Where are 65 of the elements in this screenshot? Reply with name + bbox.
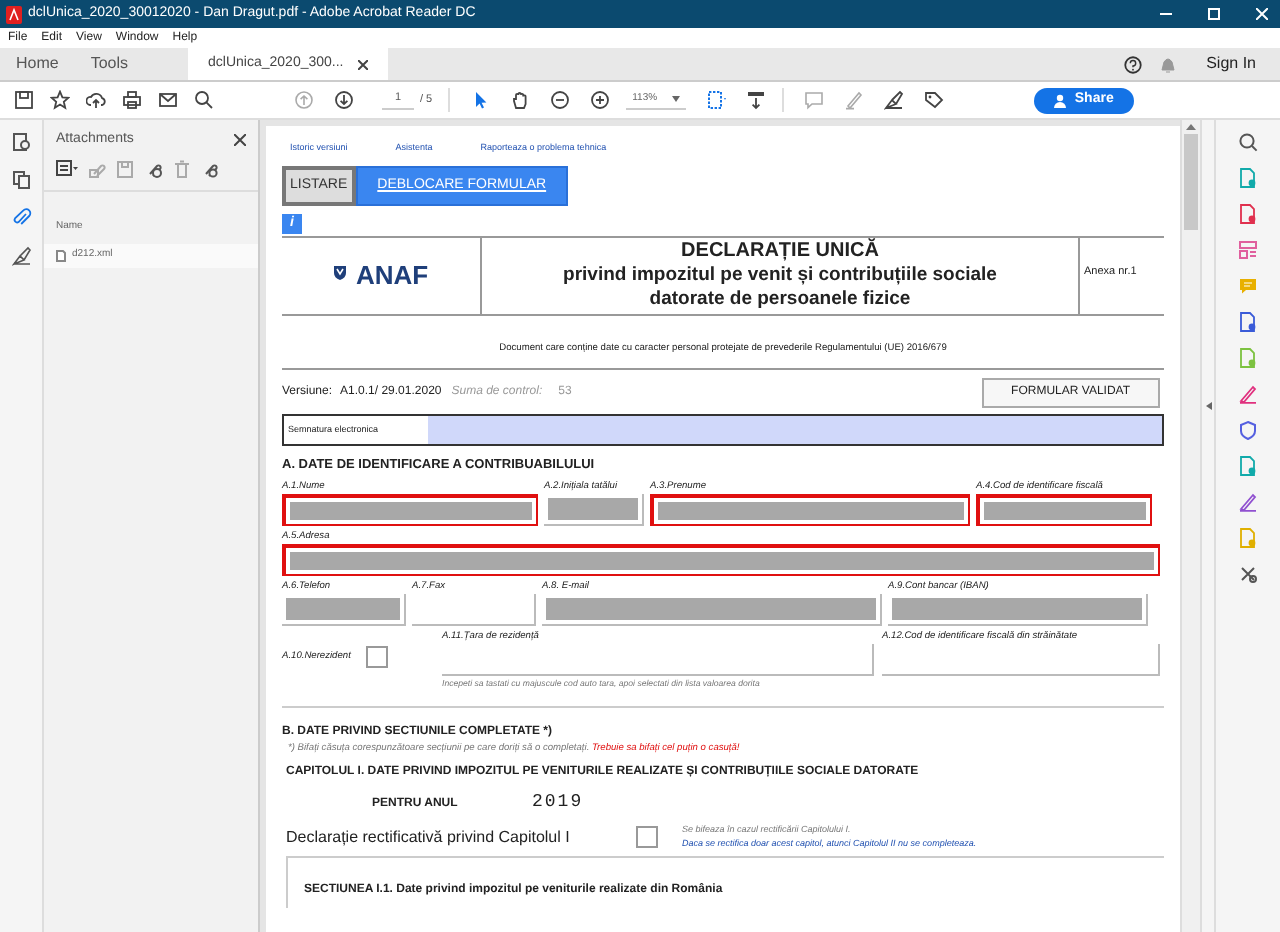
pointer-icon[interactable] (470, 90, 491, 110)
page-export-icon[interactable] (1238, 168, 1258, 188)
input-field[interactable] (650, 493, 970, 526)
page-search-icon[interactable] (11, 132, 31, 152)
help-icon[interactable] (1124, 55, 1143, 73)
print-icon[interactable] (122, 90, 142, 110)
file-icon (56, 249, 66, 262)
input-field[interactable] (442, 643, 874, 676)
logo-text: ANAF (355, 258, 429, 295)
scroll-up-icon[interactable] (1186, 124, 1196, 130)
caret-icon (672, 96, 681, 102)
mail-icon[interactable] (158, 90, 178, 110)
input-field[interactable] (542, 593, 882, 626)
pen-sign-icon[interactable] (884, 90, 905, 110)
vertical-scrollbar[interactable] (1180, 120, 1200, 932)
input-field[interactable] (976, 493, 1152, 526)
input-field[interactable] (888, 593, 1148, 626)
tab[interactable]: Tools (74, 48, 145, 80)
tag-icon[interactable] (924, 90, 945, 110)
scroll-mode-icon[interactable] (746, 90, 767, 110)
star-icon[interactable] (50, 90, 70, 110)
checkbox[interactable] (366, 645, 389, 668)
scrollbar-thumb[interactable] (1184, 134, 1198, 230)
zoom-out-icon[interactable] (550, 90, 571, 110)
close-icon[interactable] (234, 134, 246, 146)
hand-icon[interactable] (510, 90, 531, 110)
checkbox[interactable] (636, 826, 658, 849)
page-add-icon[interactable] (1238, 204, 1258, 224)
fit-page-icon[interactable] (706, 90, 727, 110)
maximize-icon[interactable] (1208, 8, 1220, 20)
paperclip-icon[interactable] (11, 208, 31, 228)
person-add-icon (1054, 93, 1069, 107)
list-view-icon[interactable] (56, 160, 78, 176)
shield-logo-icon (333, 266, 352, 286)
rectification-label: Declarație rectificativă privind Capitolul I (286, 825, 572, 850)
input-field[interactable] (544, 493, 644, 526)
tab[interactable]: Home (0, 48, 75, 80)
pdf-file-icon (6, 5, 22, 23)
shield-icon[interactable] (1238, 420, 1258, 440)
form-title: datorate de persoanele fizice (649, 288, 911, 312)
minimize-icon[interactable] (1160, 8, 1172, 20)
tools-icon[interactable] (1238, 564, 1258, 584)
zoom-search-icon[interactable] (1238, 132, 1258, 152)
input-field[interactable] (282, 493, 538, 526)
pen-sign-icon[interactable] (1238, 492, 1258, 512)
pages-icon[interactable] (11, 170, 31, 190)
input-field[interactable] (282, 593, 406, 626)
save-icon[interactable] (14, 90, 34, 110)
search-icon[interactable] (194, 90, 214, 110)
year-value: 2019 (532, 790, 584, 817)
highlighter-icon[interactable] (1238, 384, 1258, 404)
form-title: privind impozitul pe venit și contribuțiile sociale (563, 264, 997, 288)
collapse-icon[interactable] (1206, 402, 1212, 410)
page-down-icon[interactable] (334, 90, 354, 110)
close-icon[interactable] (358, 59, 369, 69)
zoom-in-icon[interactable] (590, 90, 611, 110)
pen-sign-icon[interactable] (11, 246, 31, 266)
input-field[interactable] (282, 543, 1160, 576)
cloud-upload-icon[interactable] (86, 90, 106, 110)
layout-icon[interactable] (1238, 240, 1258, 260)
form-title: DECLARAȚIE UNICĂ (681, 240, 879, 264)
input-field[interactable] (412, 593, 536, 626)
page-export-icon[interactable] (1238, 312, 1258, 332)
sign-in-link[interactable]: Sign In (1206, 52, 1256, 76)
input-field[interactable] (882, 643, 1160, 676)
